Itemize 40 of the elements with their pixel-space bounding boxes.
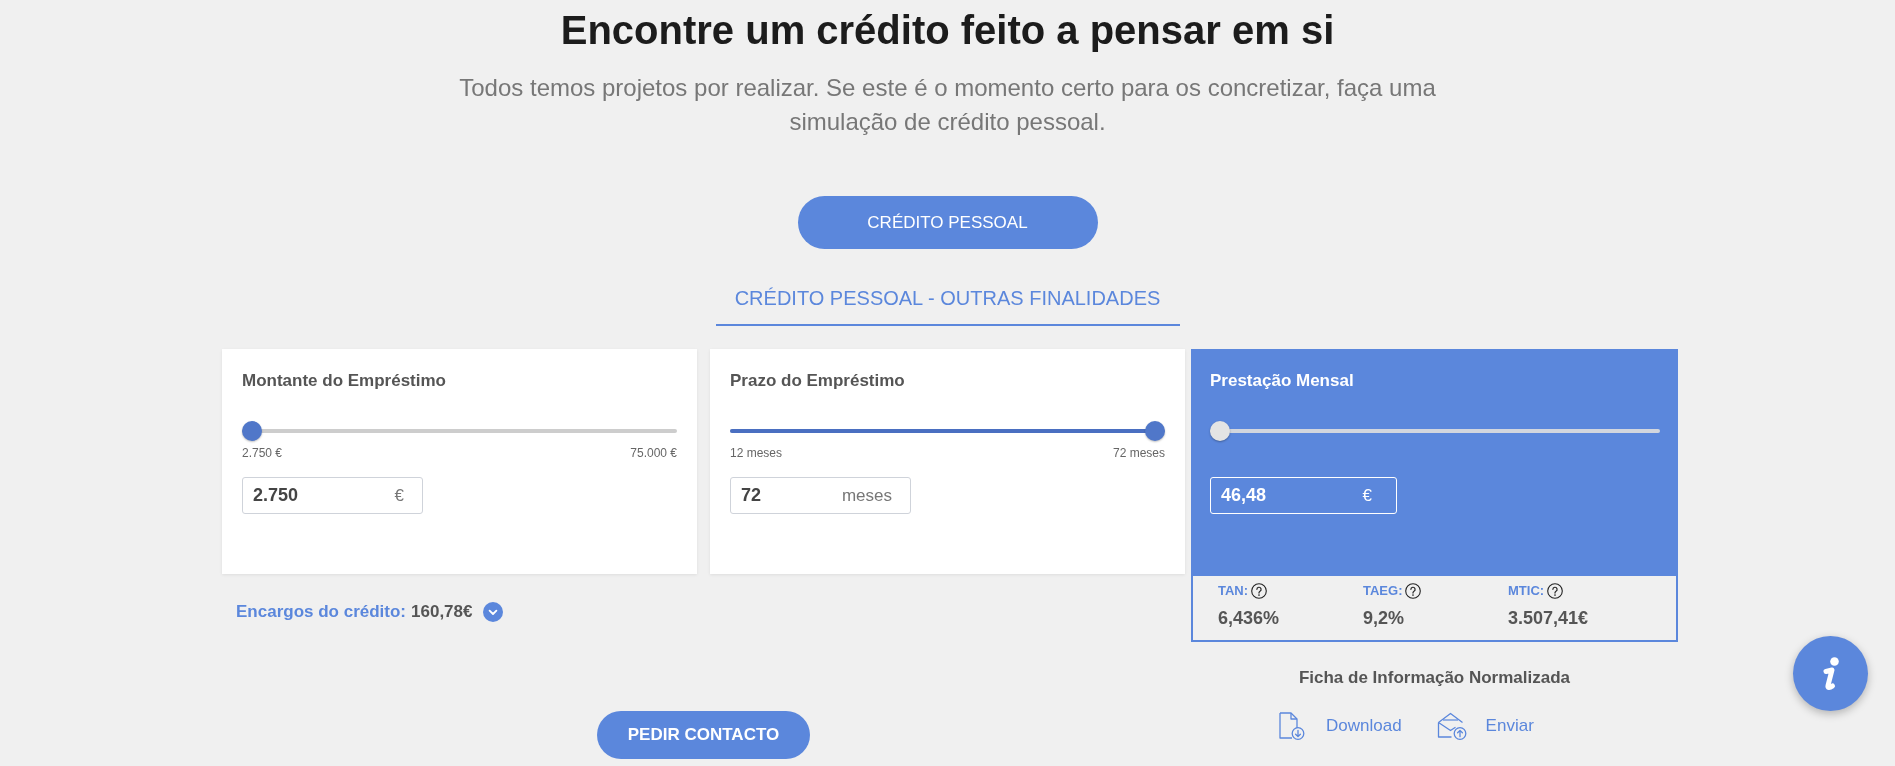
slider-thumb[interactable]: [242, 421, 262, 441]
rate-value: 3.507,41€: [1508, 607, 1590, 629]
charges-value: 160,78€: [411, 601, 473, 623]
info-sheet-link[interactable]: Download: [1326, 713, 1402, 739]
envelope-upload-icon[interactable]: [1436, 712, 1467, 740]
rate-label: TAEG:: [1363, 583, 1403, 599]
chevron-down-icon[interactable]: [483, 602, 504, 622]
help-icon[interactable]: [1405, 583, 1422, 599]
page-subtitle: Todos temos projetos por realizar. Se este é o momento certo para os concretizar, faça uma simulação de crédito pessoal.: [458, 73, 1437, 137]
help-icon[interactable]: [1251, 583, 1268, 599]
info-button[interactable]: [1793, 636, 1868, 711]
slider-min-label: 12 meses: [730, 446, 783, 460]
card-title: Montante do Empréstimo: [242, 370, 447, 392]
info-sheet-title: Ficha de Informação Normalizada: [1297, 667, 1572, 689]
request-contact-button[interactable]: PEDIR CONTACTO: [597, 711, 810, 759]
slider-track[interactable]: [1210, 421, 1660, 441]
card-title: Prestação Mensal: [1210, 370, 1355, 392]
value-field[interactable]: 46,48 €: [1210, 477, 1397, 514]
tab[interactable]: CRÉDITO PESSOAL - OUTRAS FINALIDADES: [715, 280, 1180, 326]
rate-label: MTIC:: [1508, 583, 1545, 599]
document-download-icon[interactable]: [1277, 712, 1305, 740]
slider-max-label: 72 meses: [1112, 446, 1165, 460]
info-sheet-link[interactable]: Enviar: [1485, 713, 1534, 739]
rate-value: 9,2%: [1363, 607, 1406, 629]
card-title: Prazo do Empréstimo: [730, 370, 906, 392]
slider-thumb[interactable]: [1145, 421, 1165, 441]
slider-max-label: 75.000 €: [630, 446, 677, 460]
value-field[interactable]: 2.750 €: [242, 477, 423, 514]
personal-credit-button[interactable]: CRÉDITO PESSOAL: [797, 196, 1098, 249]
info-icon: [1820, 656, 1841, 691]
value-field[interactable]: 72 meses: [730, 477, 911, 514]
rate-value: 6,436%: [1218, 607, 1281, 629]
charges-label: Encargos do crédito:: [236, 601, 407, 623]
slider-thumb[interactable]: [1210, 421, 1230, 441]
rate-label: TAN:: [1218, 583, 1249, 599]
page-title: Encontre um crédito feito a pensar em si: [560, 7, 1335, 54]
slider-track[interactable]: [730, 421, 1165, 441]
slider-min-label: 2.750 €: [242, 446, 283, 460]
help-icon[interactable]: [1547, 583, 1564, 599]
slider-track[interactable]: [242, 421, 677, 441]
